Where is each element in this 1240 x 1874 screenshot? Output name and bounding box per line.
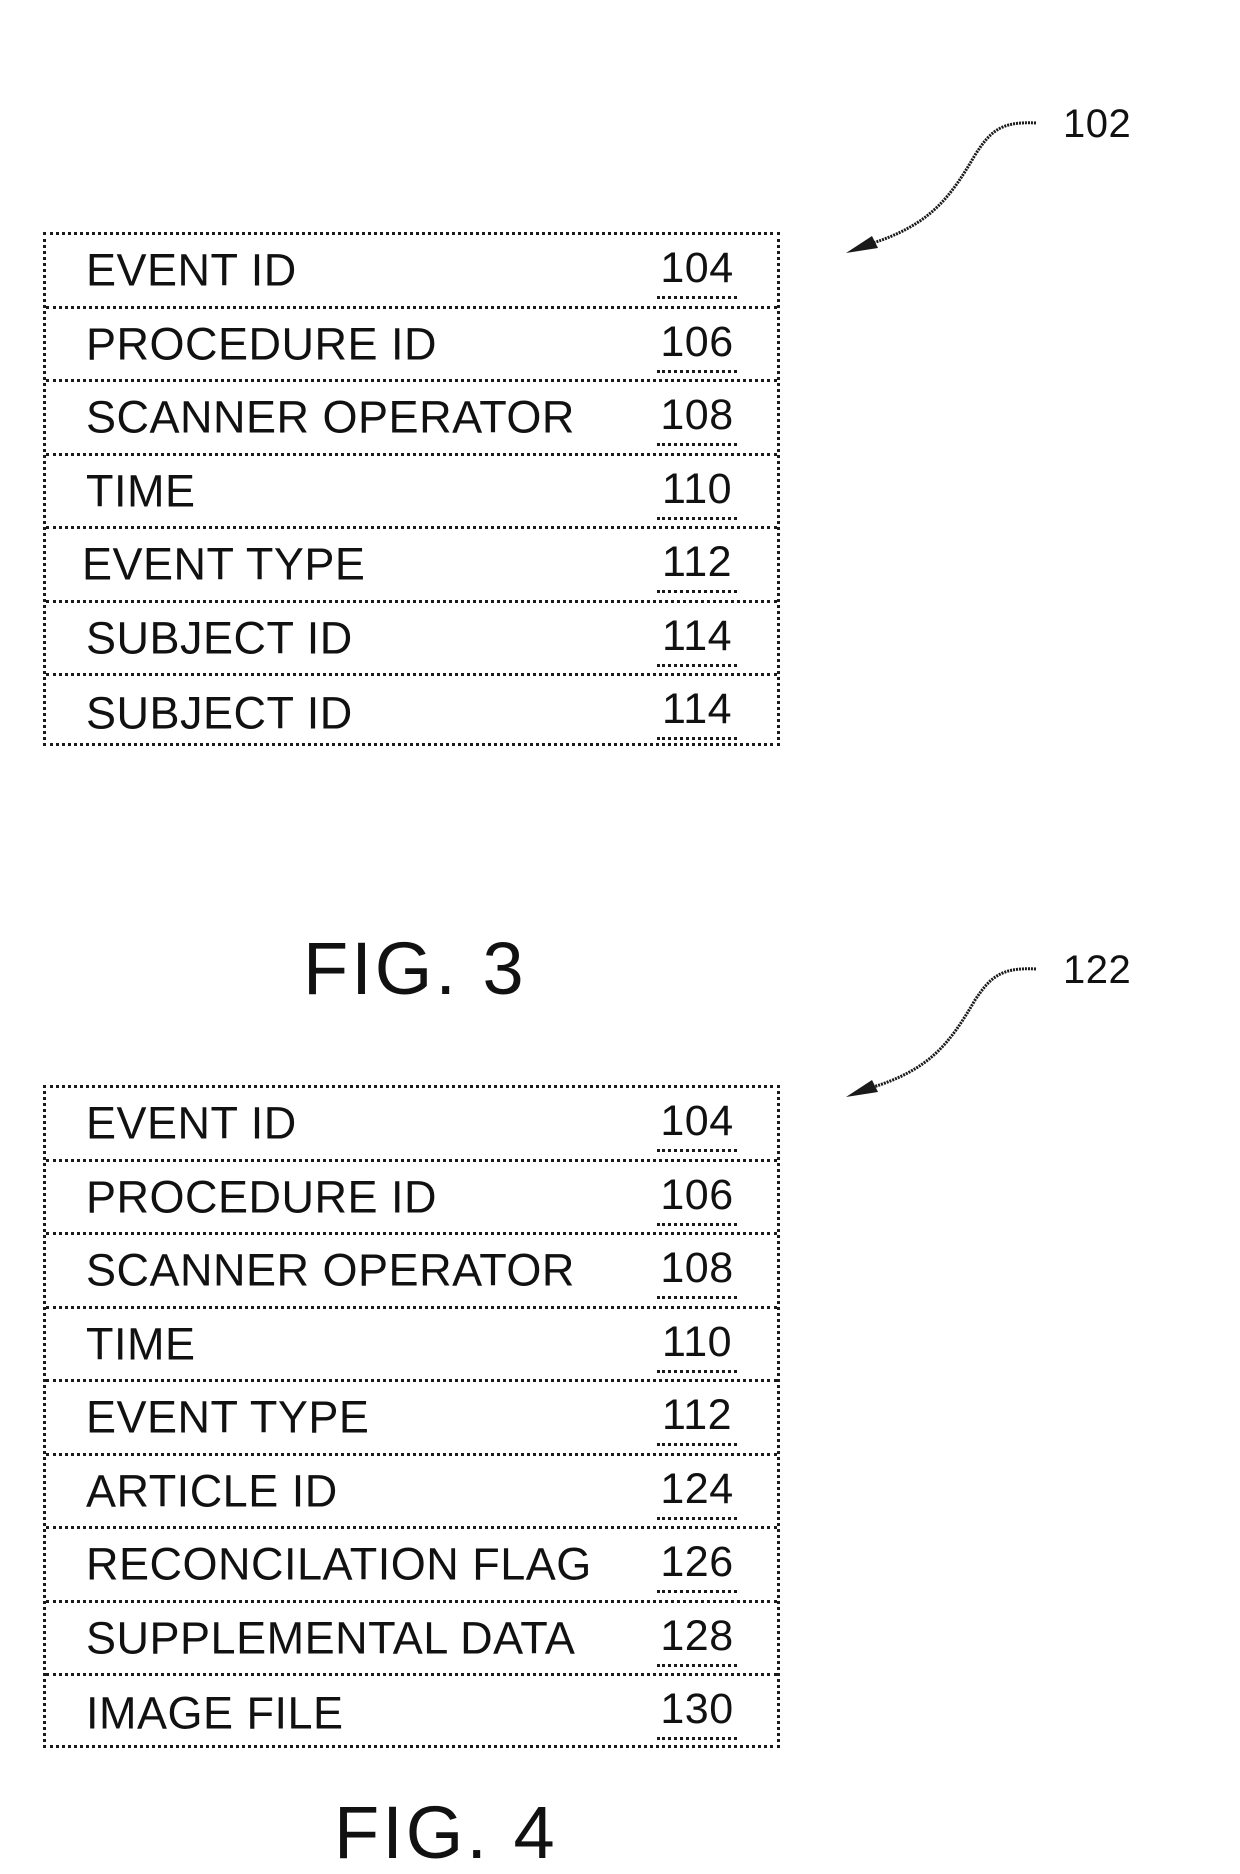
data-record-table-fig4: EVENT ID 104 PROCEDURE ID 106 SCANNER OP…	[43, 1085, 780, 1748]
field-label: EVENT TYPE	[82, 538, 366, 590]
table-row: TIME 110	[46, 1309, 777, 1382]
field-reference-number: 112	[657, 1394, 737, 1446]
field-reference-number: 110	[657, 1320, 737, 1373]
callout-label-fig3: 102	[1063, 102, 1132, 146]
field-reference-number: 106	[657, 1173, 737, 1226]
field-reference-number: 130	[657, 1688, 737, 1740]
field-reference-number: 112	[657, 541, 737, 593]
table-row: PROCEDURE ID 106	[46, 309, 777, 382]
field-label: EVENT ID	[86, 1097, 297, 1149]
data-record-table-fig3: EVENT ID 104 PROCEDURE ID 106 SCANNER OP…	[43, 232, 780, 746]
field-label: EVENT ID	[86, 244, 297, 296]
field-reference-number: 110	[657, 467, 737, 520]
table-row: TIME 110	[46, 456, 777, 529]
field-reference-number: 104	[657, 247, 737, 299]
table-row: ARTICLE ID 124	[46, 1456, 777, 1529]
table-row: EVENT TYPE 112	[46, 529, 777, 603]
table-row: SUBJECT ID 114	[46, 603, 777, 676]
field-reference-number: 108	[657, 394, 737, 446]
field-label: ARTICLE ID	[86, 1465, 338, 1517]
figure-caption-fig4: FIG. 4	[334, 1791, 558, 1874]
field-label: RECONCILATION FLAG	[86, 1538, 592, 1590]
field-label: SCANNER OPERATOR	[86, 391, 575, 443]
field-label: TIME	[86, 465, 196, 517]
field-reference-number: 114	[657, 614, 737, 667]
field-label: PROCEDURE ID	[86, 318, 438, 370]
table-row: PROCEDURE ID 106	[46, 1162, 777, 1235]
field-reference-number: 106	[657, 320, 737, 373]
field-reference-number: 108	[657, 1247, 737, 1299]
field-label: TIME	[86, 1318, 196, 1370]
field-label: PROCEDURE ID	[86, 1171, 438, 1223]
field-reference-number: 128	[657, 1614, 737, 1667]
table-row: RECONCILATION FLAG 126	[46, 1529, 777, 1603]
table-row: EVENT ID 104	[46, 1088, 777, 1162]
field-label: EVENT TYPE	[86, 1391, 370, 1443]
field-reference-number: 114	[657, 688, 737, 740]
table-row: SUPPLEMENTAL DATA 128	[46, 1603, 777, 1676]
field-reference-number: 104	[657, 1100, 737, 1152]
table-row: IMAGE FILE 130	[46, 1676, 777, 1750]
table-row: EVENT ID 104	[46, 235, 777, 309]
table-row: SCANNER OPERATOR 108	[46, 382, 777, 456]
field-label: SUBJECT ID	[86, 687, 353, 739]
table-row: EVENT TYPE 112	[46, 1382, 777, 1456]
field-label: SUBJECT ID	[86, 612, 353, 664]
table-row: SCANNER OPERATOR 108	[46, 1235, 777, 1309]
field-reference-number: 124	[657, 1467, 737, 1520]
field-label: SUPPLEMENTAL DATA	[86, 1612, 576, 1664]
field-reference-number: 126	[657, 1541, 737, 1593]
figure-caption-fig3: FIG. 3	[303, 927, 527, 1010]
callout-label-fig4: 122	[1063, 948, 1132, 992]
field-label: SCANNER OPERATOR	[86, 1244, 575, 1296]
field-label: IMAGE FILE	[86, 1687, 344, 1739]
table-row: SUBJECT ID 114	[46, 676, 777, 750]
